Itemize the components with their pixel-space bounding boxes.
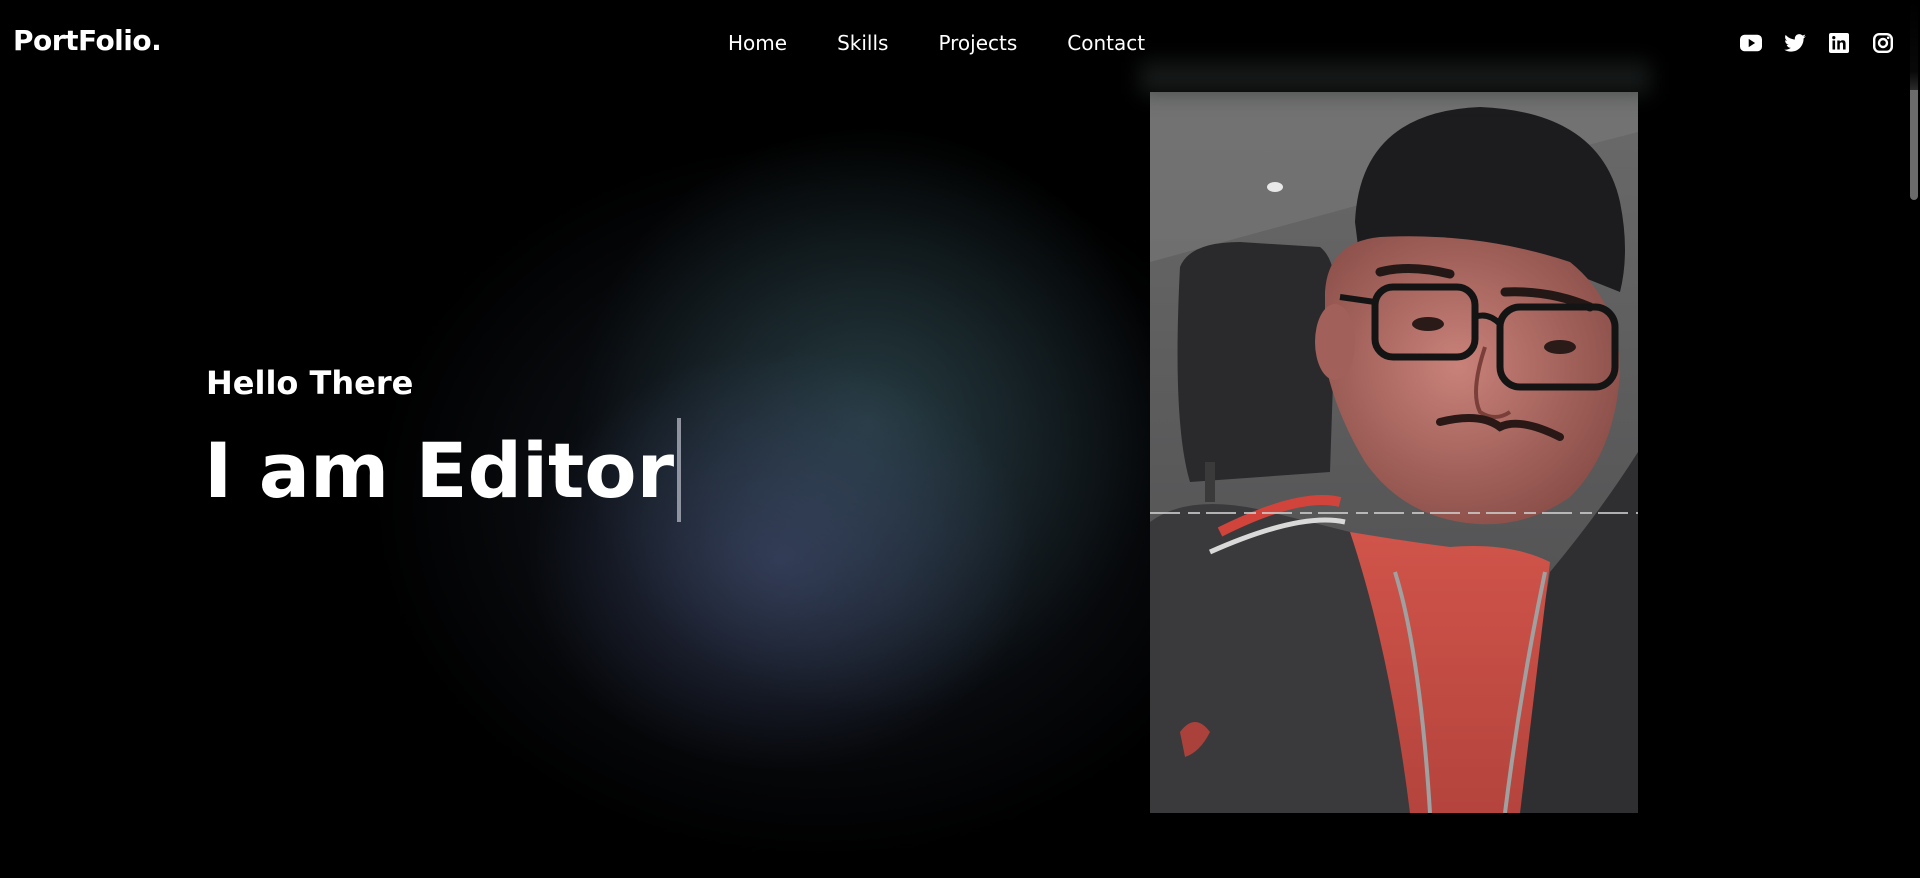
- scrollbar[interactable]: [1908, 0, 1920, 878]
- hero-title: I am Editor: [204, 418, 682, 522]
- instagram-icon[interactable]: [1872, 32, 1894, 54]
- nav-link-projects[interactable]: Projects: [938, 31, 1017, 55]
- linkedin-icon[interactable]: [1828, 32, 1850, 54]
- hero-greeting: Hello There: [206, 364, 414, 402]
- social-links: [1740, 32, 1894, 54]
- profile-photo: [1150, 92, 1638, 813]
- youtube-icon[interactable]: [1740, 32, 1762, 54]
- twitter-icon[interactable]: [1784, 32, 1806, 54]
- photo-shadow: [1140, 62, 1650, 94]
- nav-link-home[interactable]: Home: [728, 31, 787, 55]
- nav-links: Home Skills Projects Contact: [728, 31, 1145, 55]
- hero-title-text: I am Editor: [204, 425, 675, 515]
- profile-photo-illustration: [1150, 92, 1638, 813]
- logo[interactable]: PortFolio.: [13, 24, 162, 57]
- nav-link-skills[interactable]: Skills: [837, 31, 888, 55]
- typing-caret: [677, 418, 682, 522]
- nav-link-contact[interactable]: Contact: [1067, 31, 1145, 55]
- page: PortFolio. Home Skills Projects Contact: [0, 0, 1920, 878]
